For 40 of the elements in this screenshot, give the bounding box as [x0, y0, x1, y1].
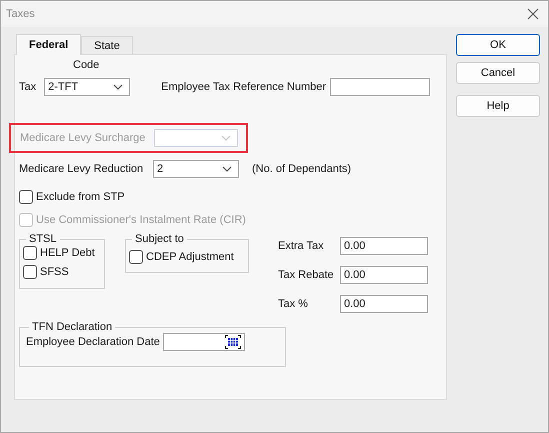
checkbox[interactable] [23, 264, 37, 278]
checkbox[interactable] [23, 246, 37, 260]
group-title: STSL [28, 233, 58, 245]
group-title: Subject to [134, 233, 185, 245]
chevron-down-icon [222, 166, 232, 172]
checkbox-label: Exclude from STP [36, 190, 125, 202]
checkbox[interactable] [129, 250, 143, 264]
dialog-button[interactable]: Help [456, 95, 540, 117]
field-label: Employee Tax Reference Number [161, 81, 326, 93]
field-label: Medicare Levy Surcharge [20, 132, 146, 144]
chevron-down-icon [113, 84, 124, 90]
tab[interactable]: Federal [16, 34, 82, 55]
dialog-button[interactable]: OK [456, 34, 540, 56]
checkbox-label: SFSS [40, 266, 69, 278]
field-label: Tax Rebate [278, 269, 335, 281]
field-label: Tax [19, 81, 36, 93]
dialog-button[interactable]: Cancel [456, 62, 540, 84]
date-field[interactable] [162, 333, 245, 351]
field-label: Tax % [278, 298, 309, 310]
reduction-dropdown[interactable]: 2 [153, 160, 239, 178]
window-title: Taxes [6, 8, 35, 20]
field-note: (No. of Dependants) [252, 163, 352, 175]
checkbox-label: HELP Debt [40, 246, 95, 258]
input-field[interactable]: 0.00 [340, 295, 428, 313]
field-label: Medicare Levy Reduction [19, 163, 144, 175]
input-field[interactable]: 0.00 [340, 237, 428, 255]
chevron-down-icon [221, 135, 231, 141]
tab[interactable]: State [81, 36, 133, 54]
calendar-icon[interactable] [224, 335, 241, 349]
close-icon[interactable] [527, 8, 539, 20]
checkbox[interactable] [19, 190, 33, 204]
input-field[interactable] [330, 78, 430, 96]
input-field[interactable]: 0.00 [340, 266, 428, 284]
field-label: Employee Declaration Date [26, 336, 160, 348]
field-label: Extra Tax [278, 240, 325, 252]
column-heading: Code [73, 59, 100, 73]
group-title: TFN Declaration [31, 321, 114, 333]
checkbox-label: CDEP Adjustment [146, 250, 234, 262]
checkbox-label: Use Commissioner's Instalment Rate (CIR) [36, 214, 246, 226]
tax-code-dropdown[interactable]: 2-TFT [44, 78, 130, 96]
